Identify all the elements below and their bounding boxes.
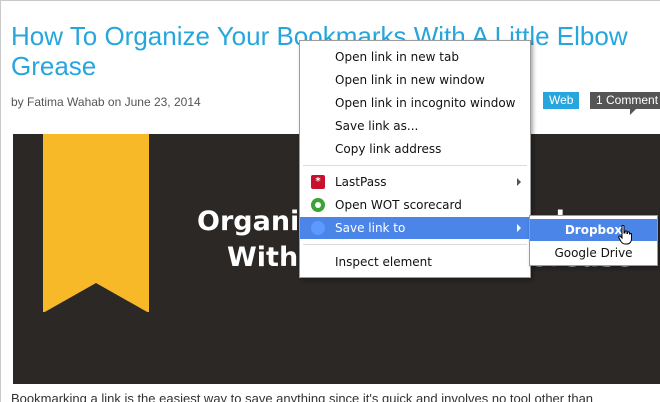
menu-item-label: Open link in incognito window	[335, 96, 516, 110]
submenu-arrow-icon	[517, 224, 521, 232]
save-to-icon	[311, 221, 325, 235]
category-tag[interactable]: Web	[543, 92, 580, 109]
menu-item-label: Open WOT scorecard	[335, 198, 462, 212]
menu-item-open-new-window[interactable]: Open link in new window	[300, 69, 530, 91]
menu-separator	[303, 244, 527, 245]
menu-item-label: Open link in new tab	[335, 50, 459, 64]
lastpass-icon: *	[311, 175, 325, 189]
menu-item-copy-link-address[interactable]: Copy link address	[300, 138, 530, 160]
submenu-arrow-icon	[517, 178, 521, 186]
article-byline: by Fatima Wahab on June 23, 2014	[11, 95, 201, 109]
menu-item-label: Open link in new window	[335, 73, 485, 87]
menu-item-label: Inspect element	[335, 255, 432, 269]
submenu-item-google-drive[interactable]: Google Drive	[530, 242, 657, 264]
menu-item-open-incognito[interactable]: Open link in incognito window	[300, 92, 530, 114]
menu-separator	[303, 165, 527, 166]
menu-item-save-link-as[interactable]: Save link as...	[300, 115, 530, 137]
menu-item-wot-scorecard[interactable]: Open WOT scorecard	[300, 194, 530, 216]
hand-cursor-icon	[618, 225, 632, 245]
menu-item-label: Save link as...	[335, 119, 419, 133]
article-body-text: Bookmarking a link is the easiest way to…	[11, 391, 594, 402]
menu-item-inspect-element[interactable]: Inspect element	[300, 251, 530, 273]
wot-icon	[311, 198, 325, 212]
context-menu: Open link in new tab Open link in new wi…	[299, 40, 531, 278]
menu-item-open-new-tab[interactable]: Open link in new tab	[300, 46, 530, 68]
submenu-item-dropbox[interactable]: Dropbox	[530, 219, 657, 241]
menu-item-label: Save link to	[335, 221, 406, 235]
menu-item-label: LastPass	[335, 175, 387, 189]
menu-item-lastpass[interactable]: * LastPass	[300, 171, 530, 193]
menu-item-save-link-to[interactable]: Save link to	[300, 217, 530, 239]
menu-item-label: Copy link address	[335, 142, 442, 156]
comments-count-badge[interactable]: 1 Comment	[590, 92, 660, 115]
bookmark-ribbon-icon	[43, 134, 149, 313]
save-link-to-submenu: Dropbox Google Drive	[529, 215, 658, 266]
